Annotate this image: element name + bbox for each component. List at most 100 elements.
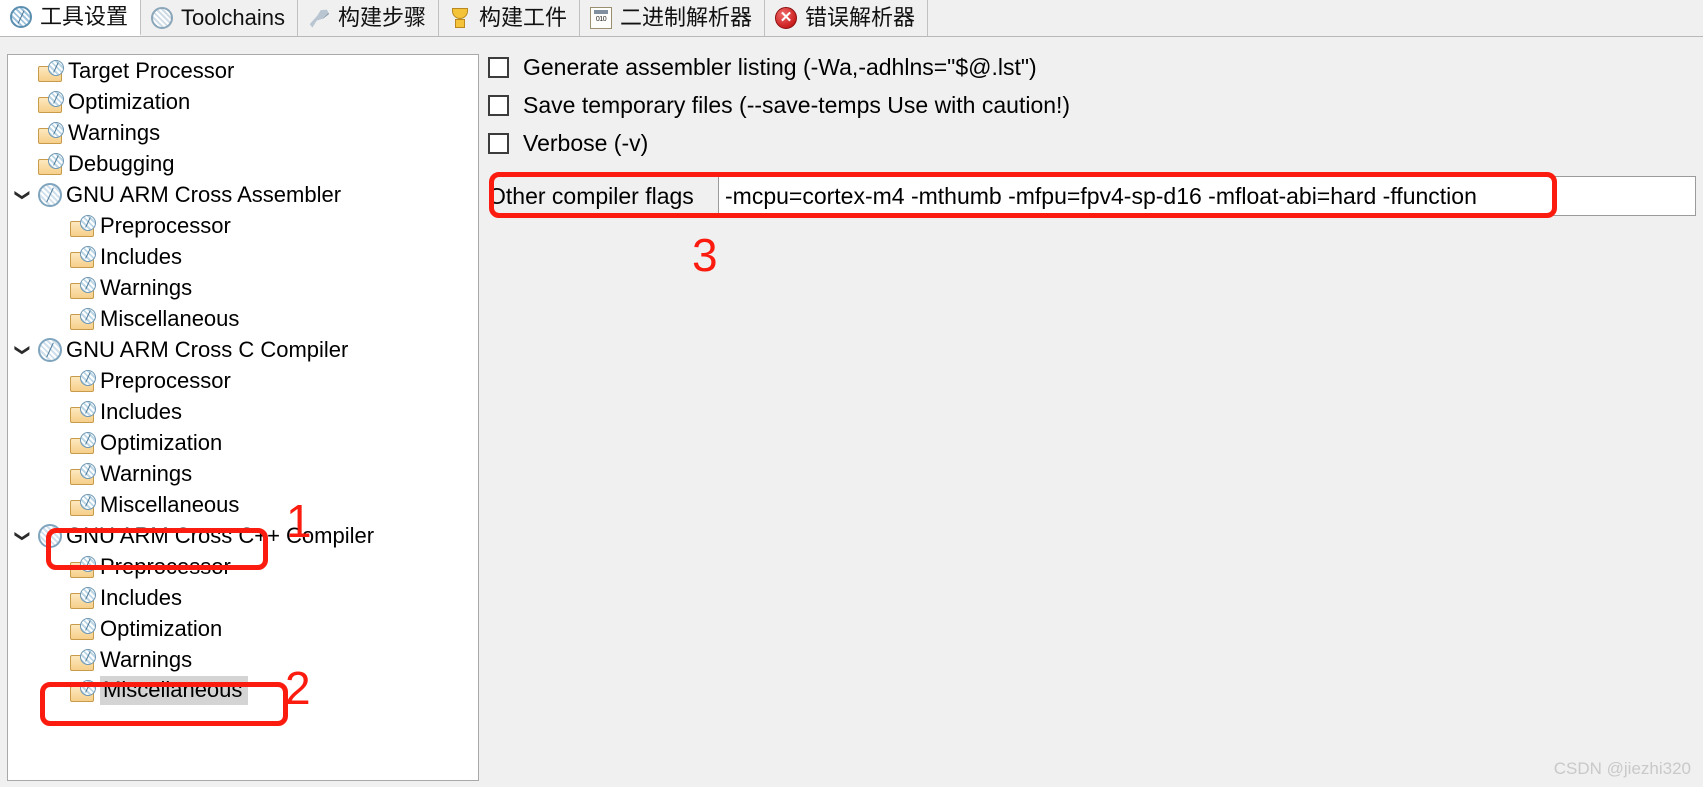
tree-item[interactable]: Includes [8,241,478,272]
tree-item[interactable]: Preprocessor [8,365,478,396]
hammer-icon [309,9,330,28]
folder-globe-icon [70,400,96,423]
folder-globe-icon [38,59,64,82]
folder-globe-icon [70,462,96,485]
node-globe-icon [38,182,62,207]
tree-item-label: GNU ARM Cross Assembler [66,181,342,207]
checkbox-row[interactable]: Verbose (-v) [488,124,1696,162]
folder-globe-icon [70,648,96,671]
tree-item[interactable]: Warnings [8,458,478,489]
tree-item[interactable]: Optimization [8,613,478,644]
checkbox-label: Generate assembler listing (-Wa,-adhlns=… [523,53,1037,80]
settings-tree-panel[interactable]: Target Processor Optimization Warnings Debu… [7,54,479,781]
folder-globe-icon [70,276,96,299]
other-compiler-flags-input[interactable]: -mcpu=cortex-m4 -mthumb -mfpu=fpv4-sp-d1… [718,176,1696,216]
tab-bar: 工具设置 Toolchains 构建步骤 构建工件 010 二进制解析器 ✕ 错… [0,0,1703,37]
binary-file-icon: 010 [590,7,612,29]
checkbox-icon[interactable] [488,132,509,154]
tree-item-label: Preprocessor [100,212,231,238]
tree-item[interactable]: ❯ GNU ARM Cross C Compiler [8,334,478,365]
checkbox-icon[interactable] [488,94,509,116]
globe-icon [10,6,32,28]
tree-item-label: GNU ARM Cross C Compiler [66,336,349,362]
tree-item-label: Target Processor [68,57,235,83]
other-compiler-flags-label: Other compiler flags [488,182,694,209]
watermark: CSDN @jiezhi320 [1553,759,1691,778]
tree-item-label: Preprocessor [100,367,231,393]
tree-item[interactable]: Preprocessor [8,551,478,582]
trophy-icon [449,7,471,29]
folder-globe-icon [38,121,64,144]
tree-item[interactable]: Miscellaneous [8,303,478,334]
tree-item-label: Warnings [68,119,161,145]
tree-item-label: Optimization [100,429,223,455]
chevron-down-icon[interactable]: ❯ [14,521,32,551]
folder-globe-icon [38,90,64,113]
error-icon: ✕ [775,7,798,29]
tree-item-label: Warnings [100,274,193,300]
checkbox-label: Verbose (-v) [523,129,649,156]
tab-label: 二进制解析器 [620,5,753,30]
folder-globe-icon [70,369,96,392]
tree-item-label: Includes [100,243,182,269]
tab-strip-filler [928,0,1703,36]
tree-item[interactable]: Debugging [8,148,478,179]
tree-item[interactable]: Target Processor [8,55,478,86]
tree-item-label: Optimization [68,88,191,114]
tab-build-steps[interactable]: 构建步骤 [297,0,439,36]
tree-item-label: Optimization [100,615,223,641]
chevron-down-icon[interactable]: ❯ [14,180,32,210]
tree-item-label: Preprocessor [100,553,231,579]
tree-item[interactable]: Optimization [8,427,478,458]
tab-build-artifact[interactable]: 构建工件 [438,0,580,36]
tab-label: 构建工件 [478,5,567,30]
tree-item[interactable]: Warnings [8,272,478,303]
tree-item[interactable]: Miscellaneous [8,675,478,706]
folder-globe-icon [70,307,96,330]
chevron-down-icon[interactable]: ❯ [14,335,32,365]
tree-item[interactable]: Warnings [8,117,478,148]
node-globe-icon [38,337,62,362]
tree-item[interactable]: Miscellaneous [8,489,478,520]
settings-tree: Target Processor Optimization Warnings Debu… [8,55,478,706]
tab-binary-parsers[interactable]: 010 二进制解析器 [580,0,766,36]
tree-item-label: Includes [100,398,182,424]
folder-globe-icon [70,214,96,237]
other-compiler-flags-row: Other compiler flags -mcpu=cortex-m4 -mt… [488,176,1696,216]
folder-globe-icon [70,617,96,640]
globe-gray-icon [151,7,174,29]
tab-label: Toolchains [181,5,285,30]
tree-item-label: GNU ARM Cross C++ Compiler [66,522,375,548]
tree-item[interactable]: Includes [8,396,478,427]
checkbox-label: Save temporary files (--save-temps Use w… [523,91,1071,118]
folder-globe-icon [38,152,64,175]
tree-item[interactable]: Warnings [8,644,478,675]
tab-label: 错误解析器 [805,5,916,30]
tree-item-label: Warnings [100,646,193,672]
tree-item[interactable]: ❯ GNU ARM Cross C++ Compiler [8,520,478,551]
checkbox-row[interactable]: Save temporary files (--save-temps Use w… [488,86,1696,124]
tab-tool-settings[interactable]: 工具设置 [0,0,142,36]
tab-error-parsers[interactable]: ✕ 错误解析器 [765,0,929,36]
tab-label: 工具设置 [40,4,129,29]
folder-globe-icon [70,493,96,516]
folder-globe-icon [70,679,96,702]
folder-globe-icon [70,555,96,578]
checkbox-group: Generate assembler listing (-Wa,-adhlns=… [488,48,1696,162]
tree-item[interactable]: Preprocessor [8,210,478,241]
tab-toolchains[interactable]: Toolchains [141,0,298,36]
tree-item-label: Miscellaneous [100,491,240,517]
checkbox-row[interactable]: Generate assembler listing (-Wa,-adhlns=… [488,48,1696,86]
folder-globe-icon [70,245,96,268]
tree-item-label: Includes [100,584,182,610]
tree-item[interactable]: ❯ GNU ARM Cross Assembler [8,179,478,210]
tree-item-label: Miscellaneous [100,305,240,331]
node-globe-icon [38,523,62,548]
checkbox-icon[interactable] [488,56,509,78]
folder-globe-icon [70,586,96,609]
options-pane: Generate assembler listing (-Wa,-adhlns=… [488,48,1696,778]
tree-item-label: Miscellaneous [100,676,249,705]
tree-item-label: Warnings [100,460,193,486]
tree-item[interactable]: Includes [8,582,478,613]
tree-item[interactable]: Optimization [8,86,478,117]
